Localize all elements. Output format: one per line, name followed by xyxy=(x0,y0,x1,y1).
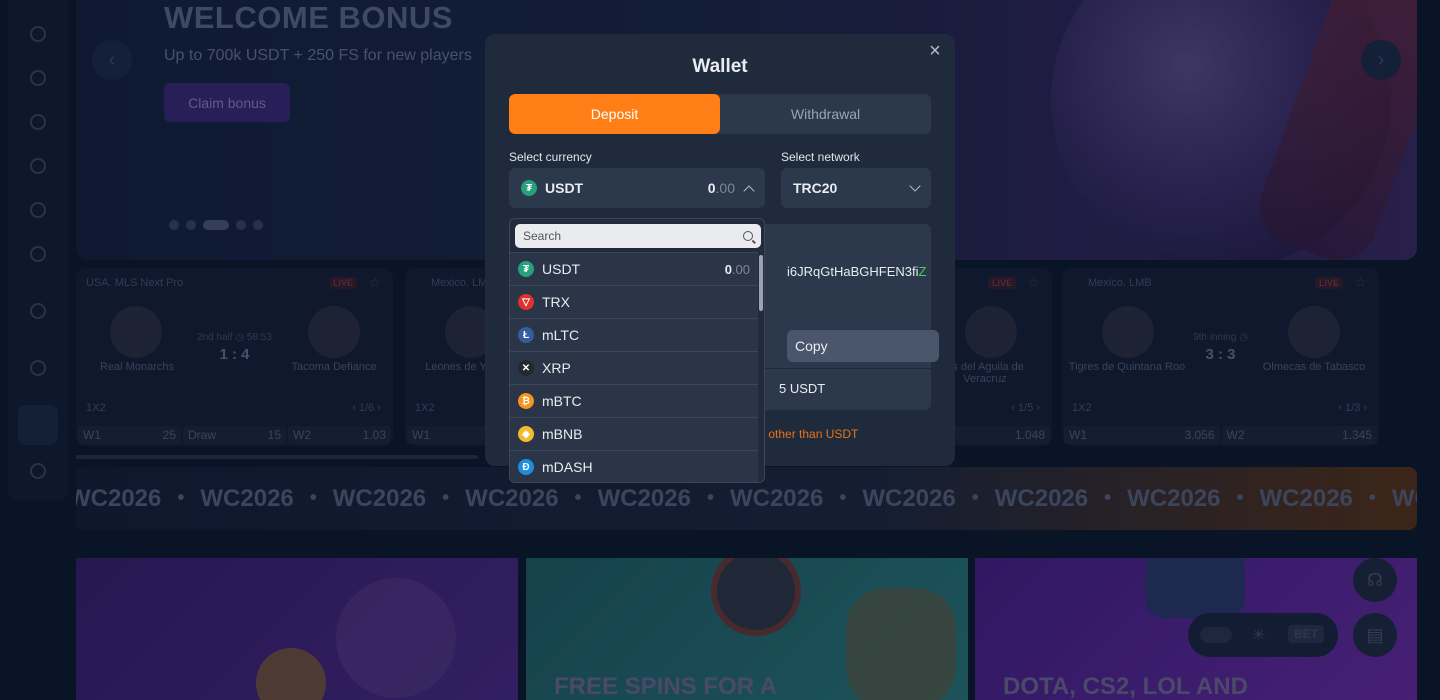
selected-currency: USDT xyxy=(545,180,584,196)
min-deposit-value: 5 USDT xyxy=(779,381,826,396)
xrp-icon: ✕ xyxy=(518,360,534,376)
currency-option-label: mBNB xyxy=(542,426,583,442)
litecoin-icon: Ł xyxy=(518,327,534,343)
wallet-tabs: Deposit Withdrawal xyxy=(509,94,931,134)
currency-label: Select currency xyxy=(509,150,592,164)
currency-search-input[interactable] xyxy=(523,229,743,243)
balance-dec: .00 xyxy=(731,261,750,277)
currency-option-label: USDT xyxy=(542,261,581,277)
network-label: Select network xyxy=(781,150,860,164)
currency-option-label: mBTC xyxy=(542,393,582,409)
balance-int: 0 xyxy=(707,180,716,196)
bnb-icon: ◆ xyxy=(518,426,534,442)
modal-title: Wallet xyxy=(692,56,748,77)
tether-icon: ₮ xyxy=(518,261,534,277)
dropdown-scrollbar[interactable] xyxy=(759,255,763,311)
tab-deposit[interactable]: Deposit xyxy=(509,94,720,134)
chevron-up-icon xyxy=(743,184,755,197)
currency-option-usdt[interactable]: ₮ USDT 0.00 xyxy=(510,252,758,285)
currency-option-mbnb[interactable]: ◆ mBNB xyxy=(510,417,758,450)
search-icon xyxy=(743,231,753,241)
balance-int: 0 xyxy=(724,261,732,277)
network-warning: nt other than USDT xyxy=(755,427,859,441)
balance-dec: .00 xyxy=(715,180,735,196)
currency-list: ₮ USDT 0.00 ▽ TRX ŁmLTC ✕ XRP ₿ mBTC ◆ mBNB ĐmDASH xyxy=(510,252,758,482)
dash-icon: Đ xyxy=(518,459,534,475)
chevron-down-icon xyxy=(909,180,921,192)
currency-balance: 0.00 xyxy=(708,180,735,196)
currency-option-mbtc[interactable]: ₿ mBTC xyxy=(510,384,758,417)
currency-option-mltc[interactable]: ŁmLTC xyxy=(510,318,758,351)
currency-select[interactable]: ₮ USDT 0.00 xyxy=(509,168,765,208)
selected-network: TRC20 xyxy=(793,180,838,196)
address-text: i6JRqGtHaBGHFEN3fi xyxy=(787,264,919,279)
bitcoin-icon: ₿ xyxy=(518,393,534,409)
currency-option-label: TRX xyxy=(542,294,570,310)
tron-icon: ▽ xyxy=(518,294,534,310)
currency-dropdown: ₮ USDT 0.00 ▽ TRX ŁmLTC ✕ XRP ₿ mBTC ◆ mBNB ĐmDASH xyxy=(509,218,765,483)
tab-withdrawal[interactable]: Withdrawal xyxy=(720,94,931,134)
currency-option-xrp[interactable]: ✕ XRP xyxy=(510,351,758,384)
currency-option-trx[interactable]: ▽ TRX xyxy=(510,285,758,318)
currency-option-mdash[interactable]: ĐmDASH xyxy=(510,450,758,482)
close-icon[interactable]: × xyxy=(925,41,945,62)
copy-button[interactable]: Copy xyxy=(787,330,939,362)
currency-option-label: mLTC xyxy=(542,327,580,343)
address-highlight: Z xyxy=(918,264,927,279)
network-select[interactable]: TRC20 xyxy=(781,168,931,208)
deposit-address[interactable]: i6JRqGtHaBGHFEN3fiZ xyxy=(787,264,926,279)
currency-option-label: mDASH xyxy=(542,459,593,475)
currency-option-label: XRP xyxy=(542,360,571,376)
currency-search[interactable] xyxy=(515,224,761,248)
tether-icon: ₮ xyxy=(521,180,537,196)
currency-option-balance: 0.00 xyxy=(725,262,750,277)
